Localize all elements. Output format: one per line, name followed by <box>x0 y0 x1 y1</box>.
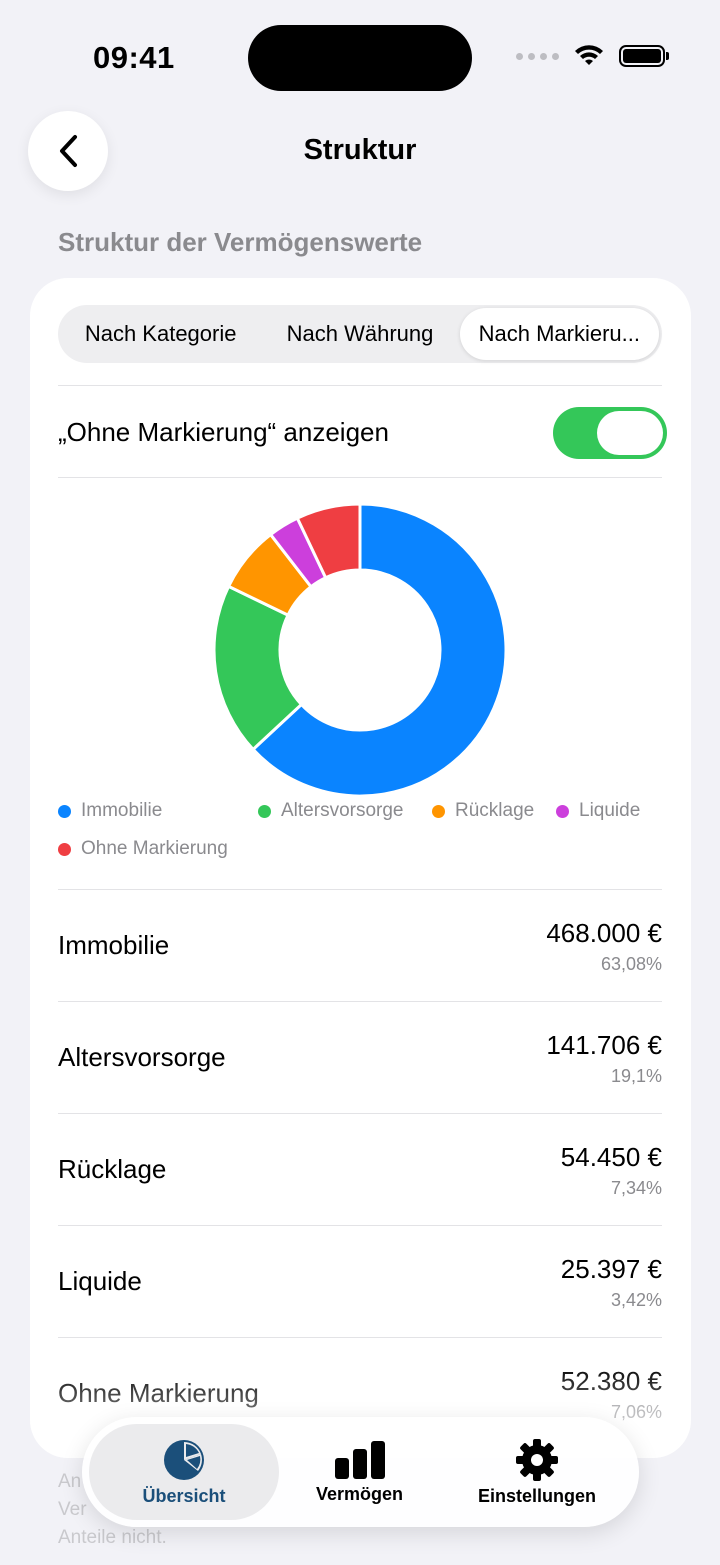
legend-item: Immobilie <box>58 800 162 822</box>
asset-value: 25.397 € <box>560 1254 662 1284</box>
tab-label: Vermögen <box>315 1483 404 1504</box>
segment-category[interactable]: Nach Kategorie <box>61 308 260 360</box>
legend-item: Ohne Markierung <box>58 838 228 860</box>
page-title: Struktur <box>303 134 417 166</box>
asset-percentage: 7,34% <box>610 1178 662 1198</box>
toggle-knob <box>597 411 663 455</box>
legend-item: Rücklage <box>432 800 534 822</box>
asset-percentage: 3,42% <box>610 1290 662 1310</box>
legend-dot <box>432 804 445 818</box>
structure-card: Nach Kategorie Nach Währung Nach Markier… <box>30 278 691 1458</box>
asset-label: Altersvorsorge <box>58 1042 226 1072</box>
asset-percentage: 63,08% <box>600 954 662 974</box>
legend-item: Altersvorsorge <box>258 800 404 822</box>
legend-dot <box>556 804 569 818</box>
segmented-control: Nach Kategorie Nach Währung Nach Markier… <box>58 305 662 363</box>
tab-overview[interactable]: Übersicht <box>89 1424 279 1520</box>
show-untagged-toggle[interactable] <box>553 407 667 459</box>
wifi-icon <box>575 45 603 65</box>
tab-label: Einstellungen <box>477 1485 596 1506</box>
tab-bar: Übersicht Vermögen Einstellungen <box>82 1417 639 1527</box>
tab-assets[interactable]: Vermögen <box>272 1424 447 1520</box>
pie-chart-icon <box>164 1439 204 1480</box>
asset-value: 141.706 € <box>546 1030 662 1060</box>
list-item[interactable]: Immobilie 468.000 € 63,08% <box>58 889 662 1001</box>
asset-value: 468.000 € <box>546 918 662 948</box>
legend-item: Liquide <box>556 800 640 822</box>
divider <box>58 477 662 478</box>
asset-label: Immobilie <box>58 930 170 960</box>
legend-label: Ohne Markierung <box>81 838 228 859</box>
list-item[interactable]: Altersvorsorge 141.706 € 19,1% <box>58 1001 662 1113</box>
legend-dot <box>58 842 71 856</box>
segment-currency[interactable]: Nach Währung <box>260 308 459 360</box>
legend-label: Altersvorsorge <box>281 800 404 821</box>
section-title: Struktur der Vermögenswerte <box>58 227 423 257</box>
legend-dot <box>58 804 71 818</box>
list-item[interactable]: Rücklage 54.450 € 7,34% <box>58 1113 662 1225</box>
status-time: 09:41 <box>93 40 175 75</box>
gear-icon <box>516 1438 558 1481</box>
asset-label: Rücklage <box>58 1154 167 1184</box>
footnote-line: Anteile nicht. <box>58 1527 167 1548</box>
battery-icon <box>619 45 669 67</box>
tab-settings[interactable]: Einstellungen <box>447 1424 627 1520</box>
asset-percentage: 19,1% <box>610 1066 662 1086</box>
tab-label: Übersicht <box>142 1485 226 1506</box>
asset-label: Liquide <box>58 1266 142 1296</box>
legend-dot <box>258 804 271 818</box>
cellular-signal-icon <box>516 52 559 60</box>
donut-chart <box>212 502 508 798</box>
list-item[interactable]: Liquide 25.397 € 3,42% <box>58 1225 662 1337</box>
asset-value: 54.450 € <box>560 1142 662 1172</box>
legend-label: Rücklage <box>455 800 535 821</box>
dynamic-island <box>248 25 472 91</box>
status-indicators <box>516 44 669 68</box>
divider <box>58 385 662 386</box>
legend-label: Immobilie <box>81 800 163 821</box>
segment-tag[interactable]: Nach Markieru... <box>459 308 659 360</box>
bar-chart-icon <box>334 1440 385 1479</box>
legend-label: Liquide <box>579 800 641 821</box>
toggle-label: „Ohne Markierung“ anzeigen <box>58 417 389 447</box>
